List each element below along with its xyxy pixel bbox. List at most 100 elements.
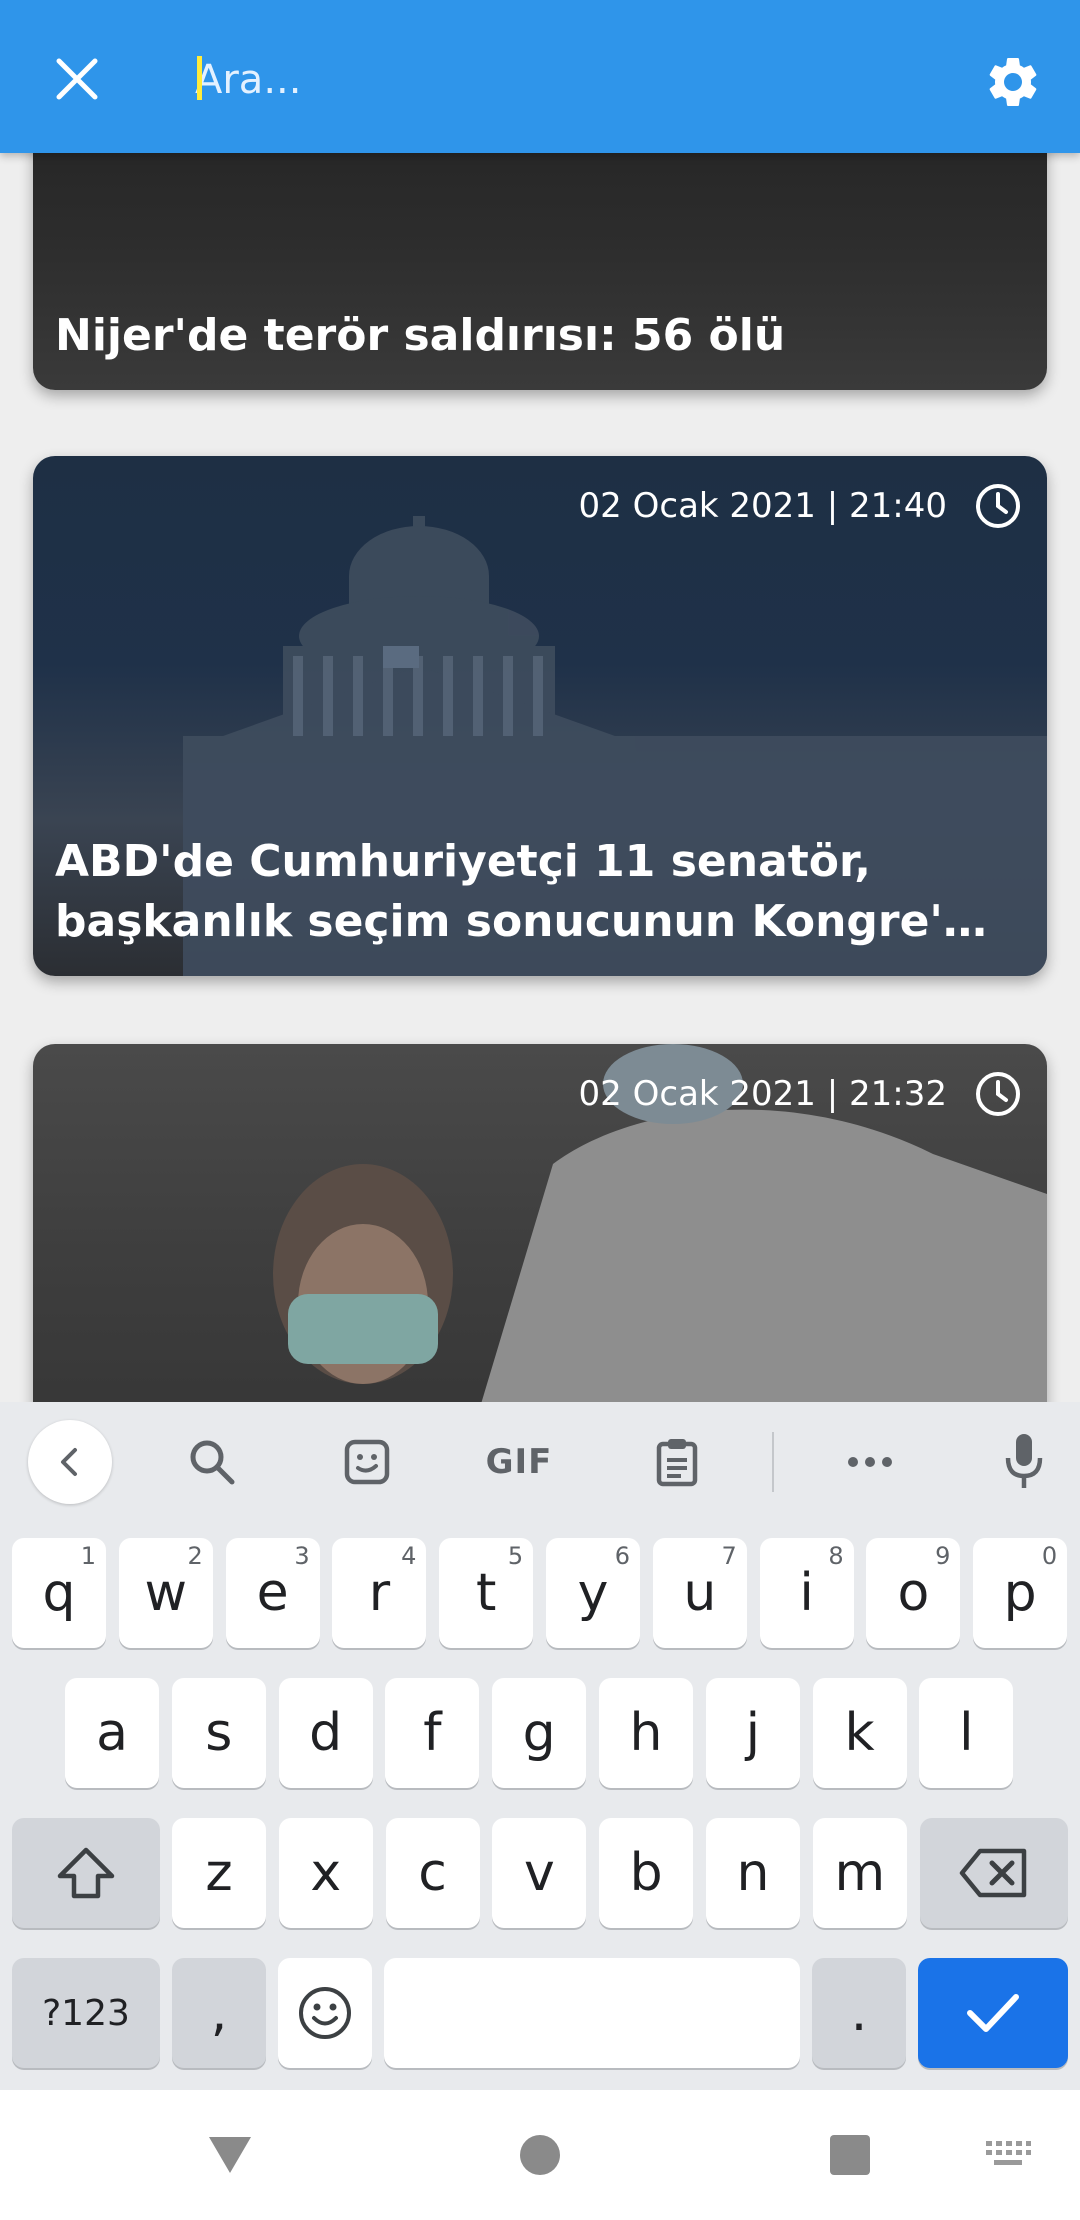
keyboard-icon xyxy=(986,2141,1031,2165)
back-triangle-icon xyxy=(209,2137,251,2173)
headline-line-1: ABD'de Cumhuriyetçi 11 senatör, xyxy=(55,836,871,887)
key-m[interactable]: m xyxy=(812,1818,907,1928)
clock-icon xyxy=(976,1072,1020,1116)
news-timestamp: 02 Ocak 2021 | 21:40 xyxy=(578,486,947,526)
key-label: p xyxy=(1003,1563,1037,1623)
on-screen-keyboard: GIF ?123 , . q 1 w 2 e 3 r 4 t 5 y 6 u 7… xyxy=(0,1402,1080,2090)
gif-button[interactable]: GIF xyxy=(480,1424,558,1500)
key-q[interactable]: q1 xyxy=(12,1538,106,1648)
emoji-key[interactable] xyxy=(278,1958,372,2068)
comma-key[interactable]: , xyxy=(172,1958,266,2068)
keyboard-search-button[interactable] xyxy=(180,1424,244,1500)
enter-key[interactable] xyxy=(918,1958,1068,2068)
key-b[interactable]: b xyxy=(599,1818,694,1928)
key-w[interactable]: w2 xyxy=(118,1538,213,1648)
news-card[interactable]: 02 Ocak 2021 | 21:32 xyxy=(33,1044,1047,1464)
recents-square-icon xyxy=(830,2135,870,2175)
clock-icon xyxy=(976,484,1020,528)
key-z[interactable]: z xyxy=(172,1818,266,1928)
key-o[interactable]: o9 xyxy=(866,1538,961,1648)
microphone-icon xyxy=(1005,1434,1043,1488)
screen: Nijer'de terör saldırısı: 56 ölü 02 Ocak… xyxy=(0,0,1080,2220)
key-s[interactable]: s xyxy=(171,1678,266,1788)
clipboard-icon xyxy=(656,1439,698,1487)
key-a[interactable]: a xyxy=(65,1678,159,1788)
more-horizontal-icon xyxy=(848,1457,892,1467)
toolbar-divider xyxy=(772,1432,774,1492)
key-label: o xyxy=(897,1563,930,1623)
news-headline: ABD'de Cumhuriyetçi 11 senatör, başkanlı… xyxy=(55,832,1007,952)
key-e[interactable]: e3 xyxy=(225,1538,320,1648)
key-f[interactable]: f xyxy=(385,1678,480,1788)
gear-icon xyxy=(989,57,1037,106)
key-label: q xyxy=(42,1563,76,1623)
settings-button[interactable] xyxy=(975,44,1051,120)
key-hint: 1 xyxy=(80,1542,96,1570)
voice-input-button[interactable] xyxy=(992,1424,1056,1500)
text-cursor xyxy=(197,56,202,100)
shift-key[interactable] xyxy=(12,1818,160,1928)
backspace-icon xyxy=(959,1848,1027,1898)
key-j[interactable]: j xyxy=(705,1678,800,1788)
key-label: e xyxy=(256,1563,289,1623)
key-y[interactable]: y6 xyxy=(546,1538,640,1648)
key-g[interactable]: g xyxy=(492,1678,587,1788)
emoji-icon xyxy=(299,1987,351,2039)
gif-label: GIF xyxy=(485,1442,553,1482)
news-timestamp: 02 Ocak 2021 | 21:32 xyxy=(578,1074,947,1114)
home-circle-icon xyxy=(520,2135,560,2175)
back-nav-button[interactable] xyxy=(195,2120,265,2190)
chevron-left-icon xyxy=(61,1448,77,1476)
search-app-bar xyxy=(0,0,1080,153)
key-label: y xyxy=(577,1563,609,1623)
system-navigation-bar xyxy=(0,2090,1080,2220)
keyboard-back-button[interactable] xyxy=(28,1420,112,1504)
key-n[interactable]: n xyxy=(706,1818,800,1928)
key-label: u xyxy=(683,1563,717,1623)
key-t[interactable]: t5 xyxy=(439,1538,534,1648)
backspace-key[interactable] xyxy=(920,1818,1068,1928)
key-label: r xyxy=(368,1563,391,1623)
key-hint: 0 xyxy=(1041,1542,1058,1570)
search-input[interactable] xyxy=(195,48,895,112)
key-k[interactable]: k xyxy=(812,1678,907,1788)
key-hint: 2 xyxy=(187,1542,203,1570)
news-headline: Nijer'de terör saldırısı: 56 ölü xyxy=(55,310,786,361)
key-i[interactable]: i8 xyxy=(759,1538,854,1648)
more-options-button[interactable] xyxy=(838,1424,902,1500)
shift-icon xyxy=(57,1847,115,1899)
key-x[interactable]: x xyxy=(278,1818,373,1928)
headline-line-2: başkanlık seçim sonucunun Kongre'de ... xyxy=(55,896,1007,947)
symbols-key[interactable]: ?123 xyxy=(12,1958,160,2068)
key-u[interactable]: u7 xyxy=(652,1538,747,1648)
key-hint: 4 xyxy=(401,1542,417,1570)
keyboard-switch-button[interactable] xyxy=(972,2120,1044,2190)
key-hint: 8 xyxy=(828,1542,844,1570)
key-l[interactable]: l xyxy=(919,1678,1014,1788)
key-v[interactable]: v xyxy=(492,1818,587,1928)
key-hint: 9 xyxy=(935,1542,951,1570)
key-hint: 5 xyxy=(507,1542,524,1570)
key-label: t xyxy=(475,1563,497,1623)
checkmark-icon xyxy=(967,1994,1019,2032)
key-label: i xyxy=(799,1563,814,1623)
search-icon xyxy=(190,1440,235,1485)
recents-nav-button[interactable] xyxy=(815,2120,885,2190)
sticker-button[interactable] xyxy=(335,1424,399,1500)
key-c[interactable]: c xyxy=(385,1818,480,1928)
keyboard-toolbar: GIF xyxy=(0,1402,1080,1522)
key-hint: 3 xyxy=(294,1542,310,1570)
key-r[interactable]: r4 xyxy=(332,1538,427,1648)
home-nav-button[interactable] xyxy=(505,2120,575,2190)
key-hint: 6 xyxy=(614,1542,630,1570)
sticker-icon xyxy=(344,1439,390,1485)
news-card[interactable]: 02 Ocak 2021 | 21:40 ABD'de Cumhuriyetçi… xyxy=(33,456,1047,976)
period-key[interactable]: . xyxy=(812,1958,906,2068)
key-p[interactable]: p0 xyxy=(973,1538,1068,1648)
key-h[interactable]: h xyxy=(599,1678,693,1788)
key-d[interactable]: d xyxy=(278,1678,373,1788)
clipboard-button[interactable] xyxy=(645,1424,709,1500)
close-button[interactable] xyxy=(42,44,112,114)
close-icon xyxy=(56,58,98,100)
space-key[interactable] xyxy=(384,1958,800,2068)
